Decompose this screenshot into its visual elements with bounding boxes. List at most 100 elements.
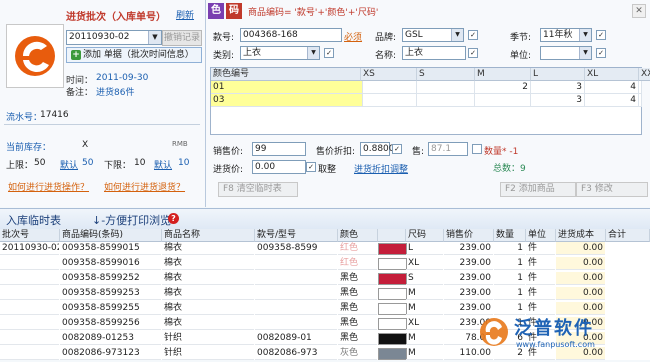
cell-unit: 件 xyxy=(526,242,555,255)
cell-style: 009358-8599 xyxy=(255,242,337,255)
cell-qty: 1 xyxy=(494,272,525,285)
table-row[interactable]: 009358-8599253 棉衣 黑色 M 239.00 1 件 0.00 xyxy=(0,287,650,302)
table-header-10: 进货成本 xyxy=(556,229,606,242)
brand-select[interactable]: GSL ▼ xyxy=(402,28,464,42)
cell-code: 009358-8599256 xyxy=(60,317,161,330)
grid-qty-cell[interactable] xyxy=(361,94,417,107)
cell-code: 009358-8599253 xyxy=(60,287,161,300)
unit-checkbox[interactable]: ✓ xyxy=(596,48,606,58)
category-select[interactable]: 上衣 ▼ xyxy=(240,46,320,60)
name-checkbox[interactable]: ✓ xyxy=(468,48,478,58)
grid-qty-cell[interactable] xyxy=(361,81,417,94)
cancel-record-button[interactable]: 撤销记录 xyxy=(162,30,202,46)
code-formula: 商品编码= '款号'+'颜色'+'尺码' xyxy=(248,8,379,18)
cell-color: 灰色 xyxy=(338,347,377,360)
app-logo-icon xyxy=(6,24,64,88)
grid-header-5: XL xyxy=(585,68,639,81)
add-batch-button[interactable]: + 添加 单据（批次时间信息） xyxy=(66,47,202,63)
table-header-5 xyxy=(378,229,406,242)
grid-color-cell[interactable]: 01 xyxy=(211,81,363,94)
cell-code: 0082086-973123 xyxy=(60,347,161,360)
cell-color: 黑色 xyxy=(338,317,377,330)
required-link[interactable]: 必须 xyxy=(344,30,362,43)
grid-color-cell[interactable]: 03 xyxy=(211,94,363,107)
upper-default-link[interactable]: 默认 xyxy=(60,158,78,171)
sale-label: 售: xyxy=(412,147,425,157)
discount-input[interactable]: 0.8800 xyxy=(360,142,395,156)
cell-size: XL xyxy=(406,257,443,270)
help-icon[interactable]: ? xyxy=(168,213,179,224)
cell-style xyxy=(255,272,337,285)
unit-select[interactable]: ▼ xyxy=(540,46,592,60)
cell-cost: 0.00 xyxy=(556,257,605,270)
lower-default-value: 10 xyxy=(178,158,190,168)
grid-qty-cell[interactable]: 4 xyxy=(585,81,639,94)
help-link-return[interactable]: 如何进行进货退货？ xyxy=(104,180,185,193)
cell-batch xyxy=(0,317,59,330)
grid-qty-cell[interactable] xyxy=(475,94,531,107)
category-checkbox[interactable]: ✓ xyxy=(324,48,334,58)
cell-color: 黑色 xyxy=(338,332,377,345)
table-header-11: 合计 xyxy=(606,229,650,242)
size-chip-button[interactable]: 码 xyxy=(226,3,242,19)
batch-title: 进货批次（入库单号） xyxy=(66,12,166,23)
serial-label: 流水号： xyxy=(6,113,43,123)
round-checkbox[interactable]: ✓ xyxy=(306,162,316,172)
refresh-link[interactable]: 刷新 xyxy=(176,8,194,21)
grid-qty-cell[interactable]: 4 xyxy=(585,94,639,107)
table-row[interactable]: 20110930-02 009358-8599015 棉衣 009358-8599 红色… xyxy=(0,242,650,257)
chevron-down-icon[interactable]: ▼ xyxy=(307,47,319,59)
grid-qty-cell[interactable] xyxy=(639,94,642,107)
discount-adjust-link[interactable]: 进货折扣调整 xyxy=(354,162,408,175)
style-input[interactable]: 004368-168 xyxy=(240,28,342,42)
grid-header-3: M xyxy=(475,68,531,81)
lower-default-link[interactable]: 默认 xyxy=(154,158,172,171)
sale-input[interactable]: 87.1 xyxy=(428,142,468,156)
price-input[interactable]: 99 xyxy=(252,142,306,156)
temp-table-title: 入库临时表 xyxy=(6,214,61,227)
color-chip-button[interactable]: 色 xyxy=(208,3,224,19)
divider xyxy=(4,124,200,125)
name-input[interactable]: 上衣 xyxy=(402,46,466,60)
discount-checkbox[interactable]: ✓ xyxy=(392,144,402,154)
cell-size: S xyxy=(406,272,443,285)
cell-style: 0082086-973 xyxy=(255,347,337,360)
grid-qty-cell[interactable] xyxy=(417,94,475,107)
cell-price: 239.00 xyxy=(444,242,493,255)
chevron-down-icon[interactable]: ▼ xyxy=(451,29,463,41)
help-link-purchase[interactable]: 如何进行进货操作？ xyxy=(8,180,89,193)
grid-qty-cell[interactable] xyxy=(417,81,475,94)
brand-checkbox[interactable]: ✓ xyxy=(468,30,478,40)
chevron-down-icon[interactable]: ▼ xyxy=(579,47,591,59)
close-icon[interactable]: ✕ xyxy=(632,4,646,18)
color-swatch xyxy=(378,258,407,270)
grid-qty-cell[interactable] xyxy=(639,81,642,94)
batch-select[interactable]: 20110930-02 ▼ xyxy=(66,30,162,45)
upper-label: 上限： xyxy=(6,161,34,171)
cell-cost: 0.00 xyxy=(556,242,605,255)
season-select[interactable]: 11年秋 ▼ xyxy=(540,28,592,42)
chevron-down-icon[interactable]: ▼ xyxy=(579,29,591,41)
color-swatch xyxy=(378,348,407,360)
modify-button[interactable]: F3 修改 xyxy=(576,182,648,197)
cell-unit: 件 xyxy=(526,272,555,285)
note-label: 备注： xyxy=(66,88,94,98)
cell-unit: 件 xyxy=(526,287,555,300)
add-product-button[interactable]: F2 添加商品 xyxy=(500,182,576,197)
lower-label: 下限： xyxy=(104,161,132,171)
grid-qty-cell[interactable]: 3 xyxy=(531,94,585,107)
grid-qty-cell[interactable]: 3 xyxy=(531,81,585,94)
stock-unit: RMB xyxy=(172,140,188,148)
season-checkbox[interactable]: ✓ xyxy=(596,30,606,40)
cell-color: 红色 xyxy=(338,242,377,255)
qty-checkbox[interactable] xyxy=(472,144,482,154)
clear-temp-button[interactable]: F8 清空临时表 xyxy=(218,182,298,197)
chevron-down-icon[interactable]: ▼ xyxy=(148,31,161,44)
cost-input[interactable]: 0.00 xyxy=(252,160,306,174)
table-row[interactable]: 009358-8599016 棉衣 红色 XL 239.00 1 件 0.00 xyxy=(0,257,650,272)
cell-size: XL xyxy=(406,317,443,330)
grid-qty-cell[interactable]: 2 xyxy=(475,81,531,94)
print-browse-link[interactable]: ↓-方便打印浏览 xyxy=(92,212,171,228)
table-header-2: 商品名称 xyxy=(162,229,255,242)
table-row[interactable]: 009358-8599252 棉衣 黑色 S 239.00 1 件 0.00 xyxy=(0,272,650,287)
